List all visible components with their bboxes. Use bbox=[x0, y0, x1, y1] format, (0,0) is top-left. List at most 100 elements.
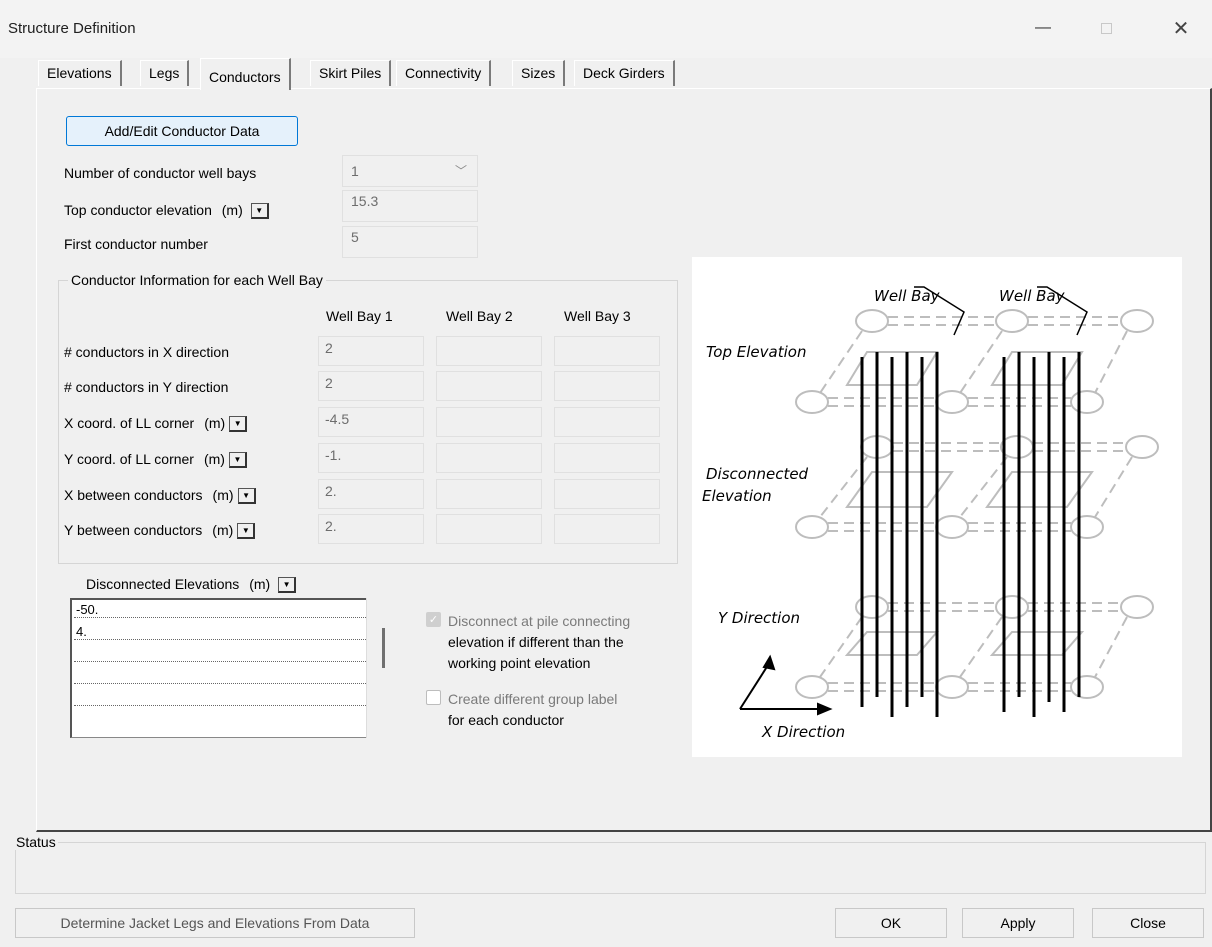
well-bay-3-input[interactable] bbox=[554, 479, 660, 509]
list-item[interactable]: 4. bbox=[74, 624, 370, 640]
disconnect-at-pile-label: Disconnect at pile connecting elevation … bbox=[448, 611, 630, 674]
well-bay-3-input[interactable] bbox=[554, 371, 660, 401]
diagram-label-elevation: Elevation bbox=[702, 487, 772, 505]
tab-conductors[interactable]: Conductors bbox=[200, 58, 291, 90]
first-number-input[interactable]: 5 bbox=[342, 226, 478, 258]
row-label: Y coord. of LL corner (m) ▼ bbox=[64, 451, 247, 469]
num-well-bays-value: 1 bbox=[351, 163, 359, 179]
row-unit: (m) bbox=[212, 487, 234, 503]
row-label-text: # conductors in X direction bbox=[64, 344, 229, 360]
unit-dropdown-icon[interactable]: ▼ bbox=[278, 577, 297, 594]
list-scrollbar[interactable] bbox=[366, 598, 398, 738]
list-item[interactable] bbox=[74, 690, 370, 706]
first-number-label: First conductor number bbox=[64, 236, 208, 252]
well-bay-2-input[interactable] bbox=[436, 407, 542, 437]
row-label-text: X between conductors bbox=[64, 487, 203, 503]
row-unit: (m) bbox=[203, 451, 225, 467]
list-item[interactable] bbox=[74, 668, 370, 684]
tab-legs[interactable]: Legs bbox=[140, 60, 190, 86]
diagram-label-x-direction: X Direction bbox=[761, 723, 845, 741]
conductor-diagram: Well Bay Well Bay Top Elevation Disconne… bbox=[692, 257, 1182, 757]
well-bay-1-input[interactable]: 2. bbox=[318, 479, 424, 509]
num-well-bays-label: Number of conductor well bays bbox=[64, 165, 257, 181]
well-bay-1-input[interactable]: 2 bbox=[318, 336, 424, 366]
well-bay-1-input[interactable]: -4.5 bbox=[318, 407, 424, 437]
column-header-well-bay-2: Well Bay 2 bbox=[446, 308, 513, 324]
close-window-button[interactable]: ✕ bbox=[1158, 10, 1204, 46]
well-bay-3-input[interactable] bbox=[554, 407, 660, 437]
row-label: X between conductors (m) ▼ bbox=[64, 487, 256, 505]
list-scrollbar-thumb[interactable] bbox=[382, 628, 385, 668]
diagram-label-well-bay-1: Well Bay bbox=[874, 287, 941, 305]
unit-dropdown-icon[interactable]: ▼ bbox=[229, 416, 248, 433]
row-label: X coord. of LL corner (m) ▼ bbox=[64, 415, 248, 433]
diagram-label-y-direction: Y Direction bbox=[718, 609, 800, 627]
chevron-down-icon: ﹀ bbox=[454, 164, 467, 178]
tab-sizes[interactable]: Sizes bbox=[512, 60, 566, 86]
diagram-label-top-elevation: Top Elevation bbox=[706, 343, 806, 361]
well-bay-2-input[interactable] bbox=[436, 443, 542, 473]
group-label-line-2: for each conductor bbox=[448, 712, 564, 728]
well-bay-1-input[interactable]: 2 bbox=[318, 371, 424, 401]
disconnect-label-line-1: Disconnect at pile connecting bbox=[448, 613, 631, 629]
well-bay-2-input[interactable] bbox=[436, 514, 542, 544]
status-groupbox bbox=[15, 842, 1206, 894]
row-label-text: X coord. of LL corner bbox=[64, 415, 195, 431]
apply-button[interactable]: Apply bbox=[962, 908, 1074, 938]
disconnected-elevations-label: Disconnected Elevations (m) ▼ bbox=[86, 576, 297, 594]
well-bay-3-input[interactable] bbox=[554, 514, 660, 544]
well-bay-2-input[interactable] bbox=[436, 479, 542, 509]
list-item[interactable] bbox=[74, 646, 370, 662]
disconnected-elevations-unit: (m) bbox=[249, 576, 271, 592]
row-label-text: # conductors in Y direction bbox=[64, 379, 229, 395]
row-label: # conductors in Y direction bbox=[64, 379, 228, 395]
close-button[interactable]: Close bbox=[1092, 908, 1204, 938]
unit-dropdown-icon[interactable]: ▼ bbox=[237, 523, 256, 540]
different-group-label-checkbox[interactable] bbox=[426, 690, 441, 705]
disconnected-elevations-text: Disconnected Elevations bbox=[86, 576, 240, 592]
top-elevation-text: Top conductor elevation bbox=[64, 202, 212, 218]
unit-dropdown-icon[interactable]: ▼ bbox=[250, 203, 269, 220]
maximize-button[interactable] bbox=[1083, 10, 1129, 46]
num-well-bays-select[interactable]: 1 ﹀ bbox=[342, 155, 478, 187]
tab-elevations[interactable]: Elevations bbox=[38, 60, 122, 86]
conductor-diagram-image: Well Bay Well Bay Top Elevation Disconne… bbox=[702, 286, 1159, 741]
diagram-label-well-bay-2: Well Bay bbox=[999, 287, 1066, 305]
disconnect-label-line-3: working point elevation bbox=[448, 655, 591, 671]
unit-dropdown-icon[interactable]: ▼ bbox=[228, 452, 247, 469]
well-bay-3-input[interactable] bbox=[554, 443, 660, 473]
different-group-label-text: Create different group label for each co… bbox=[448, 689, 617, 731]
tab-connectivity[interactable]: Connectivity bbox=[396, 60, 492, 86]
top-elevation-unit: (m) bbox=[221, 202, 243, 218]
row-label-text: Y coord. of LL corner bbox=[64, 451, 194, 467]
group-label-line-1: Create different group label bbox=[448, 691, 618, 707]
row-label: # conductors in X direction bbox=[64, 344, 229, 360]
status-label: Status bbox=[14, 834, 58, 850]
minimize-button[interactable]: — bbox=[1020, 10, 1066, 46]
disconnect-at-pile-checkbox[interactable]: ✓ bbox=[426, 612, 441, 627]
row-label-text: Y between conductors bbox=[64, 522, 203, 538]
tab-deck-girders[interactable]: Deck Girders bbox=[574, 60, 675, 86]
unit-dropdown-icon[interactable]: ▼ bbox=[237, 488, 256, 505]
column-header-well-bay-3: Well Bay 3 bbox=[564, 308, 631, 324]
column-header-well-bay-1: Well Bay 1 bbox=[326, 308, 393, 324]
well-bay-2-input[interactable] bbox=[436, 336, 542, 366]
maximize-icon bbox=[1100, 22, 1112, 34]
well-bay-group-title: Conductor Information for each Well Bay bbox=[68, 272, 326, 288]
well-bay-1-input[interactable]: 2. bbox=[318, 514, 424, 544]
add-edit-conductor-data-button[interactable]: Add/Edit Conductor Data bbox=[66, 116, 298, 146]
disconnected-elevations-list[interactable]: -50. 4. bbox=[70, 598, 398, 738]
window-title: Structure Definition bbox=[8, 20, 136, 37]
top-elevation-input[interactable]: 15.3 bbox=[342, 190, 478, 222]
ok-button[interactable]: OK bbox=[835, 908, 947, 938]
well-bay-2-input[interactable] bbox=[436, 371, 542, 401]
row-unit: (m) bbox=[212, 522, 234, 538]
well-bay-1-input[interactable]: -1. bbox=[318, 443, 424, 473]
diagram-label-disconnected: Disconnected bbox=[706, 465, 809, 483]
row-label: Y between conductors (m) ▼ bbox=[64, 522, 256, 540]
well-bay-3-input[interactable] bbox=[554, 336, 660, 366]
disconnect-label-line-2: elevation if different than the bbox=[448, 634, 624, 650]
list-item[interactable]: -50. bbox=[74, 602, 370, 618]
tab-skirt-piles[interactable]: Skirt Piles bbox=[310, 60, 392, 86]
determine-jacket-legs-button[interactable]: Determine Jacket Legs and Elevations Fro… bbox=[15, 908, 415, 938]
